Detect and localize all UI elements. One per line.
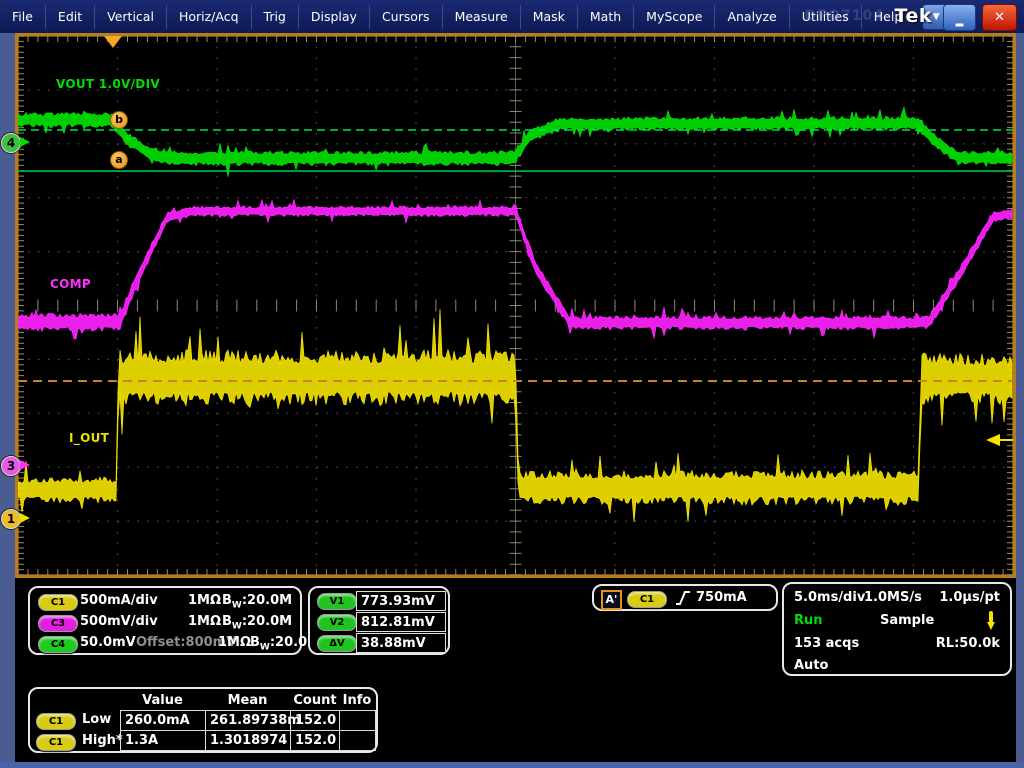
cursor-readout-panel: V1 773.93mV V2 812.81mV ΔV 38.88mV	[308, 586, 450, 655]
meas-row1-value: 260.0mA	[120, 710, 206, 731]
meas-row2-count: 152.0	[290, 730, 340, 751]
meas-header-mean: Mean	[205, 693, 290, 708]
menu-item-cursors[interactable]: Cursors	[370, 5, 443, 29]
trigger-mode: Auto	[794, 658, 828, 673]
cursor-v2-badge[interactable]: V2	[317, 614, 357, 631]
trace-label-iout: I_OUT	[69, 431, 109, 445]
meas-row1-mean: 261.89738m	[205, 710, 291, 731]
channel1-scale: 500mA/div	[80, 593, 158, 608]
meas-row2-source-badge[interactable]: C1	[36, 734, 76, 751]
menu-item-display[interactable]: Display	[299, 5, 370, 29]
channel4-badge[interactable]: C4	[38, 636, 78, 653]
meas-row2-info	[339, 730, 376, 751]
channel4-impedance: 1MΩ	[218, 635, 251, 650]
channel4-scale: 50.0mV	[80, 635, 136, 650]
record-length: RL:50.0k	[936, 636, 1000, 651]
right-border-strip	[1016, 33, 1024, 762]
cursor-a-handle[interactable]: a	[110, 151, 128, 169]
channel1-badge[interactable]: C1	[38, 594, 78, 611]
channel3-bandwidth: BW:20.0M	[222, 614, 292, 632]
horizontal-acq-panel: 5.0ms/div 1.0MS/s 1.0µs/pt Run Sample 15…	[782, 582, 1012, 676]
tek-logo: Tek	[895, 5, 932, 27]
cursor-v1-value: 773.93mV	[356, 591, 446, 611]
waveform-display	[18, 36, 1013, 575]
resolution-value: 1.0µs/pt	[939, 590, 1000, 605]
channel-settings-panel: C1 500mA/div 1MΩ BW:20.0M C3 500mV/div 1…	[28, 586, 302, 655]
cursor-v2-value: 812.81mV	[356, 612, 446, 632]
channel1-bandwidth: BW:20.0M	[222, 593, 292, 611]
meas-header-value: Value	[120, 693, 205, 708]
menu-item-trig[interactable]: Trig	[252, 5, 299, 29]
channel3-badge[interactable]: C3	[38, 615, 78, 632]
meas-row1-info	[339, 710, 376, 731]
timebase-value: 5.0ms/div	[794, 590, 865, 605]
menu-item-vertical[interactable]: Vertical	[95, 5, 167, 29]
trigger-slope-rising-icon	[674, 589, 692, 607]
menu-item-mask[interactable]: Mask	[521, 5, 578, 29]
channel3-position-marker[interactable]: 3	[1, 456, 21, 476]
meas-row2-value: 1.3A	[120, 730, 206, 751]
channel1-marker-arrow-icon	[20, 513, 30, 523]
meas-header-info: Info	[339, 693, 375, 708]
bottom-border-strip	[0, 762, 1024, 768]
trace-label-comp: COMP	[50, 277, 91, 291]
meas-header-count: Count	[290, 693, 340, 708]
trigger-level-value: 750mA	[696, 590, 747, 605]
menu-item-math[interactable]: Math	[578, 5, 634, 29]
channel3-scale: 500mV/div	[80, 614, 158, 629]
menu-item-horiz-acq[interactable]: Horiz/Acq	[167, 5, 252, 29]
trigger-a-label: A'	[601, 590, 622, 610]
menu-item-myscope[interactable]: MyScope	[634, 5, 715, 29]
cursor-v1-badge[interactable]: V1	[317, 593, 357, 610]
oscilloscope-screen: File Edit Vertical Horiz/Acq Trig Displa…	[0, 0, 1024, 768]
menu-item-analyze[interactable]: Analyze	[715, 5, 789, 29]
menu-bar: File Edit Vertical Horiz/Acq Trig Displa…	[0, 0, 1024, 33]
cursor-delta-v-value: 38.88mV	[356, 633, 446, 653]
trigger-level-arrow-icon[interactable]	[986, 434, 1000, 446]
menu-item-edit[interactable]: Edit	[46, 5, 95, 29]
cursor-delta-v-badge[interactable]: ΔV	[317, 635, 357, 652]
trigger-panel: A' C1 750mA	[592, 584, 778, 611]
measurement-panel: Value Mean Count Info C1 Low 260.0mA 261…	[28, 687, 378, 753]
channel3-impedance: 1MΩ	[188, 614, 221, 629]
meas-row1-name: Low	[82, 712, 111, 727]
channel3-marker-arrow-icon	[20, 460, 30, 470]
acquisition-mode: Sample	[880, 613, 934, 628]
cursor-b-handle[interactable]: b	[110, 111, 128, 129]
trigger-position-marker-icon[interactable]	[104, 36, 122, 48]
menu-item-measure[interactable]: Measure	[443, 5, 521, 29]
sample-rate-value: 1.0MS/s	[864, 590, 922, 605]
readout-area: C1 500mA/div 1MΩ BW:20.0M C3 500mV/div 1…	[15, 578, 1016, 762]
acquisition-state: Run	[794, 613, 823, 628]
trace-label-vout: VOUT 1.0V/DIV	[56, 77, 160, 91]
channel1-impedance: 1MΩ	[188, 593, 221, 608]
temperature-indicator-icon	[985, 610, 997, 632]
channel1-position-marker[interactable]: 1	[1, 509, 21, 529]
channel4-marker-arrow-icon	[20, 137, 30, 147]
meas-row2-name: High*	[82, 733, 123, 748]
trigger-source-badge[interactable]: C1	[627, 591, 667, 608]
acquisition-count: 153 acqs	[794, 636, 859, 651]
menu-item-file[interactable]: File	[0, 5, 46, 29]
channel4-position-marker[interactable]: 4	[1, 133, 21, 153]
close-button[interactable]: ✕	[982, 4, 1017, 31]
meas-row1-count: 152.0	[290, 710, 340, 731]
minimize-button[interactable]: ▂	[943, 4, 976, 31]
trigger-level-tail	[1000, 439, 1013, 441]
meas-row2-mean: 1.3018974	[205, 730, 291, 751]
model-number-label: DPO7104	[804, 8, 884, 24]
meas-row1-source-badge[interactable]: C1	[36, 713, 76, 730]
